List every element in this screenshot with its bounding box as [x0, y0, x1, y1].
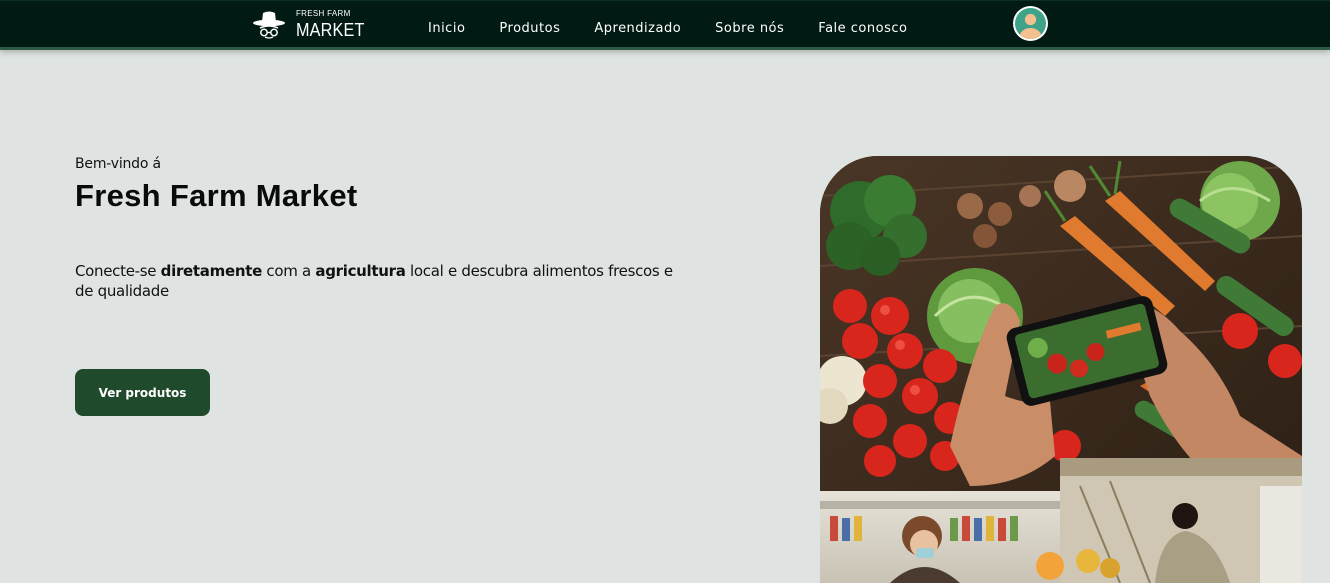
hero-description: Conecte-se diretamente com a agricultura… [75, 261, 695, 301]
brand-line-2: MARKET [296, 19, 365, 40]
nav-item-inicio[interactable]: Inicio [428, 21, 465, 36]
farmer-hat-icon [253, 11, 285, 39]
hero-title: Fresh Farm Market [75, 178, 358, 213]
brand-wordmark: FRESH FARM MARKET [296, 8, 372, 40]
vegetables-photo [820, 156, 1302, 583]
nav-item-fale-conosco[interactable]: Fale conosco [818, 21, 907, 36]
top-navbar: FRESH FARM MARKET Inicio Produtos Aprend… [0, 0, 1330, 47]
hero-text-section: Bem-vindo á Fresh Farm Market Conecte-se… [75, 156, 715, 301]
user-avatar-icon [1013, 6, 1048, 41]
hero-desc-bold-2: agricultura [315, 262, 406, 280]
hero-desc-part-1: Conecte-se [75, 262, 161, 280]
view-products-button[interactable]: Ver produtos [75, 369, 210, 416]
main-nav: Inicio Produtos Aprendizado Sobre nós Fa… [428, 21, 907, 36]
brand-logo-link[interactable]: FRESH FARM MARKET [252, 7, 372, 41]
hero-image-collage [820, 156, 1302, 583]
hero-desc-part-2: com a [261, 262, 316, 280]
nav-item-produtos[interactable]: Produtos [499, 21, 560, 36]
nav-item-aprendizado[interactable]: Aprendizado [594, 21, 681, 36]
nav-item-sobre-nos[interactable]: Sobre nós [715, 21, 784, 36]
hero-desc-bold-1: diretamente [160, 262, 263, 280]
user-avatar-button[interactable] [1012, 5, 1049, 42]
brand-line-1: FRESH FARM [296, 8, 351, 18]
hero-greeting: Bem-vindo á [75, 156, 161, 172]
